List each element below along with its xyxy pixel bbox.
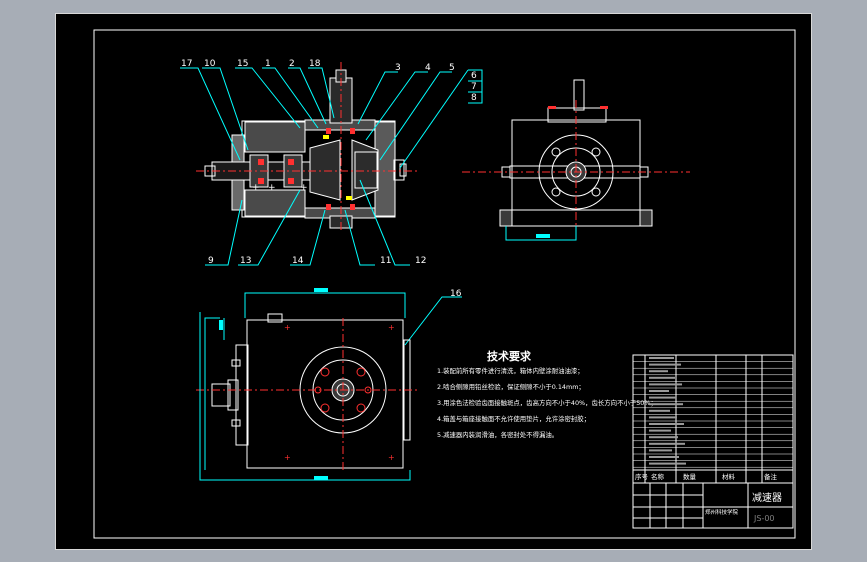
parts-row-entry (649, 442, 685, 445)
parts-row-entry (649, 403, 683, 406)
leader-label-6: 6 (471, 71, 477, 81)
leader-label-14: 14 (292, 256, 304, 266)
drawing-name: 减速器 (752, 492, 782, 504)
svg-text:+: + (268, 183, 276, 193)
svg-text:+: + (388, 323, 395, 332)
header-cell: 数量 (683, 472, 697, 481)
svg-text:+: + (252, 183, 260, 193)
leader-label-2: 2 (289, 59, 295, 69)
parts-list-header: 序号 名称 数量 材料 备注 (635, 472, 778, 481)
top-view (211, 313, 411, 469)
parts-row-entry (649, 357, 674, 359)
parts-row-entry (649, 436, 678, 439)
parts-row-entry (649, 423, 684, 425)
parts-row-entry (649, 396, 676, 399)
leader-label-5: 5 (449, 63, 455, 73)
leader-label-15: 15 (237, 59, 248, 69)
tech-line: 4.箱盖与箱座接触面不允许使用垫片，允许涂密封胶； (437, 414, 590, 423)
parts-row-entry (649, 390, 669, 392)
leader-label-1: 1 (265, 59, 271, 69)
tech-line: 5.减速器内装润滑油，各密封处不得漏油。 (437, 430, 558, 439)
inner-border (93, 29, 796, 539)
technical-requirements: 技术要求 1.装配前所有零件进行清洗，箱体内壁涂耐油油漆； 2.啮合侧隙用铅丝检… (437, 349, 657, 439)
drawing-number: JS-00 (753, 514, 775, 523)
tech-line: 3.用涂色法检验齿面接触斑点，齿高方向不小于40%，齿长方向不小于50%； (437, 398, 657, 407)
leader-label-4: 4 (425, 63, 431, 73)
header-cell: 材料 (722, 472, 736, 481)
drawing-viewport[interactable]: + + + 17 10 15 1 2 18 3 4 5 6 7 8 9 13 1… (0, 0, 867, 562)
header-cell: 名称 (651, 472, 665, 481)
tech-line: 1.装配前所有零件进行清洗，箱体内壁涂耐油油漆； (437, 366, 584, 375)
parts-row-entry (649, 409, 670, 412)
svg-text:+: + (284, 453, 291, 462)
tech-title: 技术要求 (487, 349, 532, 363)
parts-list-rows (633, 357, 793, 468)
side-view-details (462, 100, 690, 241)
leader-label-13: 13 (240, 256, 251, 266)
leader-label-8: 8 (471, 93, 477, 103)
header-cell: 备注 (764, 472, 778, 481)
parts-row-entry (649, 370, 668, 373)
leader-label-12: 12 (415, 256, 426, 266)
leader-label-9: 9 (208, 256, 214, 266)
leader-label-17: 17 (181, 59, 192, 69)
leader-label-10: 10 (204, 59, 216, 69)
parts-row-entry (649, 376, 675, 379)
header-cell: 序号 (635, 472, 649, 481)
school-name: 郑州科技学院 (705, 508, 739, 516)
parts-row-entry (649, 416, 677, 419)
parts-row-entry (649, 462, 686, 465)
parts-row-entry (649, 383, 682, 386)
parts-row-entry (649, 429, 671, 432)
tech-line: 2.啮合侧隙用铅丝检验，保证侧隙不小于0.14mm； (437, 382, 585, 391)
svg-text:+: + (284, 323, 291, 332)
svg-text:+: + (300, 183, 308, 193)
parts-row-entry (649, 363, 681, 366)
leader-label-16: 16 (450, 289, 462, 299)
leader-label-11: 11 (380, 256, 391, 266)
leader-label-3: 3 (395, 63, 401, 73)
parts-row-entry (649, 456, 679, 458)
svg-text:+: + (388, 453, 395, 462)
parts-row-entry (649, 449, 672, 452)
cad-drawing: + + + 17 10 15 1 2 18 3 4 5 6 7 8 9 13 1… (93, 29, 796, 539)
leader-label-18: 18 (309, 59, 321, 69)
leader-label-7: 7 (471, 82, 477, 92)
